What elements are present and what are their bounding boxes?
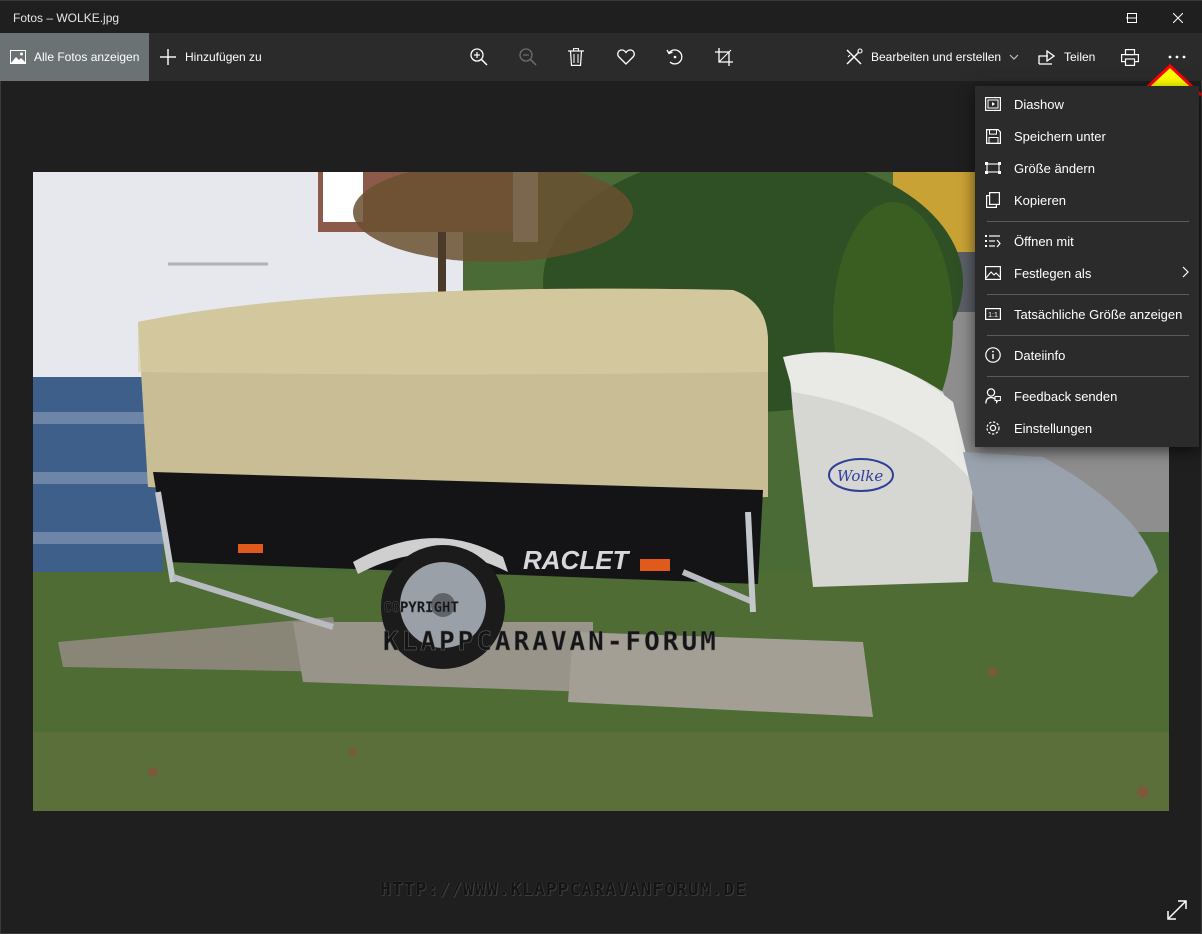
menu-separator — [987, 221, 1189, 222]
feedback-icon — [985, 388, 1001, 404]
print-icon — [1121, 48, 1139, 66]
menu-item-label: Feedback senden — [1014, 389, 1118, 404]
menu-item-label: Einstellungen — [1014, 421, 1093, 436]
delete-button[interactable] — [564, 45, 588, 69]
all-photos-label: Alle Fotos anzeigen — [34, 50, 140, 64]
zoom-out-icon — [519, 48, 537, 66]
menu-separator — [987, 294, 1189, 295]
more-options-menu: Diashow Speichern unter Größe ändern Kop… — [975, 86, 1199, 447]
more-icon — [1168, 55, 1186, 59]
favorite-icon — [617, 49, 635, 65]
edit-create-label: Bearbeiten und erstellen — [871, 50, 1002, 64]
toolbar: Alle Fotos anzeigen Hinzufügen zu Bearbe… — [0, 33, 1202, 81]
menu-item-actual-size[interactable]: 1:1 Tatsächliche Größe anzeigen — [975, 298, 1199, 330]
share-icon — [1038, 49, 1055, 65]
menu-item-label: Kopieren — [1014, 193, 1067, 208]
close-button[interactable] — [1155, 1, 1201, 34]
menu-item-resize[interactable]: Größe ändern — [975, 152, 1199, 184]
plus-icon — [160, 49, 176, 65]
menu-item-label: Tatsächliche Größe anzeigen — [1014, 307, 1183, 322]
add-to-label: Hinzufügen zu — [185, 50, 262, 64]
chevron-down-icon — [1009, 54, 1019, 60]
box-brand-text: Wolke — [837, 467, 883, 485]
chevron-right-icon — [1182, 266, 1189, 278]
photo-watermark-line1: COPYRIGHT — [383, 600, 459, 616]
title-bar: Fotos – WOLKE.jpg — [0, 0, 1202, 33]
menu-item-settings[interactable]: Einstellungen — [975, 412, 1199, 444]
menu-item-open-with[interactable]: Öffnen mit — [975, 225, 1199, 257]
menu-item-file-info[interactable]: Dateiinfo — [975, 339, 1199, 371]
open-with-icon — [985, 233, 1001, 249]
copy-icon — [985, 192, 1001, 208]
menu-item-feedback[interactable]: Feedback senden — [975, 380, 1199, 412]
maximize-icon — [1127, 12, 1137, 23]
menu-item-label: Öffnen mit — [1014, 234, 1074, 249]
delete-icon — [568, 48, 584, 66]
set-as-icon — [985, 265, 1001, 281]
menu-item-save-as[interactable]: Speichern unter — [975, 120, 1199, 152]
fullscreen-icon — [1167, 900, 1187, 920]
share-button[interactable]: Teilen — [1038, 33, 1095, 81]
crop-icon — [715, 48, 733, 66]
menu-item-label: Festlegen als — [1014, 266, 1092, 281]
zoom-out-button[interactable] — [516, 45, 540, 69]
svg-text:1:1: 1:1 — [988, 312, 998, 319]
url-watermark: HTTP://WWW.KLAPPCARAVANFORUM.DE — [380, 879, 747, 900]
menu-item-label: Größe ändern — [1014, 161, 1095, 176]
actual-size-icon: 1:1 — [985, 306, 1001, 322]
menu-item-copy[interactable]: Kopieren — [975, 184, 1199, 216]
menu-separator — [987, 335, 1189, 336]
info-icon — [985, 347, 1001, 363]
photo-icon — [10, 50, 26, 64]
zoom-in-button[interactable] — [467, 45, 491, 69]
menu-item-label: Diashow — [1014, 97, 1064, 112]
menu-item-label: Speichern unter — [1014, 129, 1106, 144]
share-label: Teilen — [1064, 50, 1096, 64]
favorite-button[interactable] — [614, 45, 638, 69]
menu-separator — [987, 376, 1189, 377]
window-title: Fotos – WOLKE.jpg — [13, 11, 120, 25]
menu-item-slideshow[interactable]: Diashow — [975, 88, 1199, 120]
edit-icon — [845, 48, 863, 66]
maximize-button[interactable] — [1109, 1, 1155, 34]
trailer-brand-text: RACLET — [523, 545, 631, 575]
menu-item-set-as[interactable]: Festlegen als — [975, 257, 1199, 289]
resize-icon — [985, 160, 1001, 176]
slideshow-icon — [985, 96, 1001, 112]
zoom-in-icon — [470, 48, 488, 66]
add-to-button[interactable]: Hinzufügen zu — [160, 33, 262, 81]
fullscreen-button[interactable] — [1164, 897, 1190, 923]
crop-button[interactable] — [712, 45, 736, 69]
menu-item-label: Dateiinfo — [1014, 348, 1066, 363]
rotate-icon — [666, 49, 683, 65]
close-icon — [1173, 12, 1183, 23]
save-icon — [985, 128, 1001, 144]
rotate-button[interactable] — [663, 45, 687, 69]
edit-create-button[interactable]: Bearbeiten und erstellen — [845, 33, 1019, 81]
all-photos-button[interactable]: Alle Fotos anzeigen — [0, 33, 149, 81]
photo-watermark-line2: KLAPPCARAVAN-FORUM — [383, 627, 719, 657]
settings-icon — [985, 420, 1001, 436]
